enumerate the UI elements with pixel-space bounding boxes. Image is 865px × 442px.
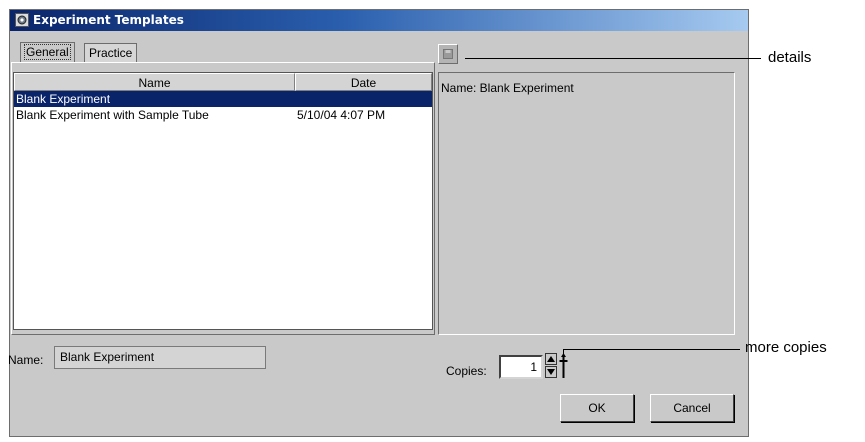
more-copies-marker-icon <box>559 353 568 378</box>
details-callout-line <box>465 58 761 59</box>
details-pane: Name: Blank Experiment <box>438 72 735 335</box>
table-header: Name Date <box>14 73 432 91</box>
increment-button[interactable] <box>545 353 557 365</box>
copies-input[interactable]: 1 <box>499 355 543 379</box>
row-name: Blank Experiment with Sample Tube <box>16 108 209 122</box>
templates-table: Name Date Blank Experiment Blank Experim… <box>13 72 433 330</box>
details-button[interactable] <box>438 44 458 64</box>
more-copies-callout: more copies <box>745 339 827 356</box>
table-row[interactable]: Blank Experiment <box>14 91 432 107</box>
app-icon <box>15 13 29 27</box>
name-label: Name: <box>8 353 44 367</box>
cancel-button[interactable]: Cancel <box>650 394 734 422</box>
title-bar: Experiment Templates <box>10 10 748 31</box>
copies-stepper <box>545 353 557 379</box>
row-date: 5/10/04 4:07 PM <box>297 108 386 122</box>
more-copies-callout-line <box>563 349 740 350</box>
tab-general[interactable]: General <box>20 42 75 63</box>
down-arrow-icon <box>547 369 555 375</box>
details-text: Name: Blank Experiment <box>441 81 574 95</box>
tab-general-label: General <box>24 44 71 60</box>
column-header-name[interactable]: Name <box>14 73 295 91</box>
row-name: Blank Experiment <box>16 92 111 106</box>
details-callout: details <box>768 49 812 66</box>
column-header-date[interactable]: Date <box>295 73 432 91</box>
up-arrow-icon <box>547 356 555 362</box>
ok-button[interactable]: OK <box>560 394 634 422</box>
decrement-button[interactable] <box>545 366 557 378</box>
details-icon <box>443 49 453 59</box>
tab-practice-label: Practice <box>89 46 133 60</box>
tab-practice[interactable]: Practice <box>84 43 138 62</box>
copies-label: Copies: <box>446 364 487 378</box>
table-row[interactable]: Blank Experiment with Sample Tube 5/10/0… <box>14 107 432 123</box>
window-title: Experiment Templates <box>33 13 184 27</box>
name-field[interactable]: Blank Experiment <box>54 346 266 369</box>
